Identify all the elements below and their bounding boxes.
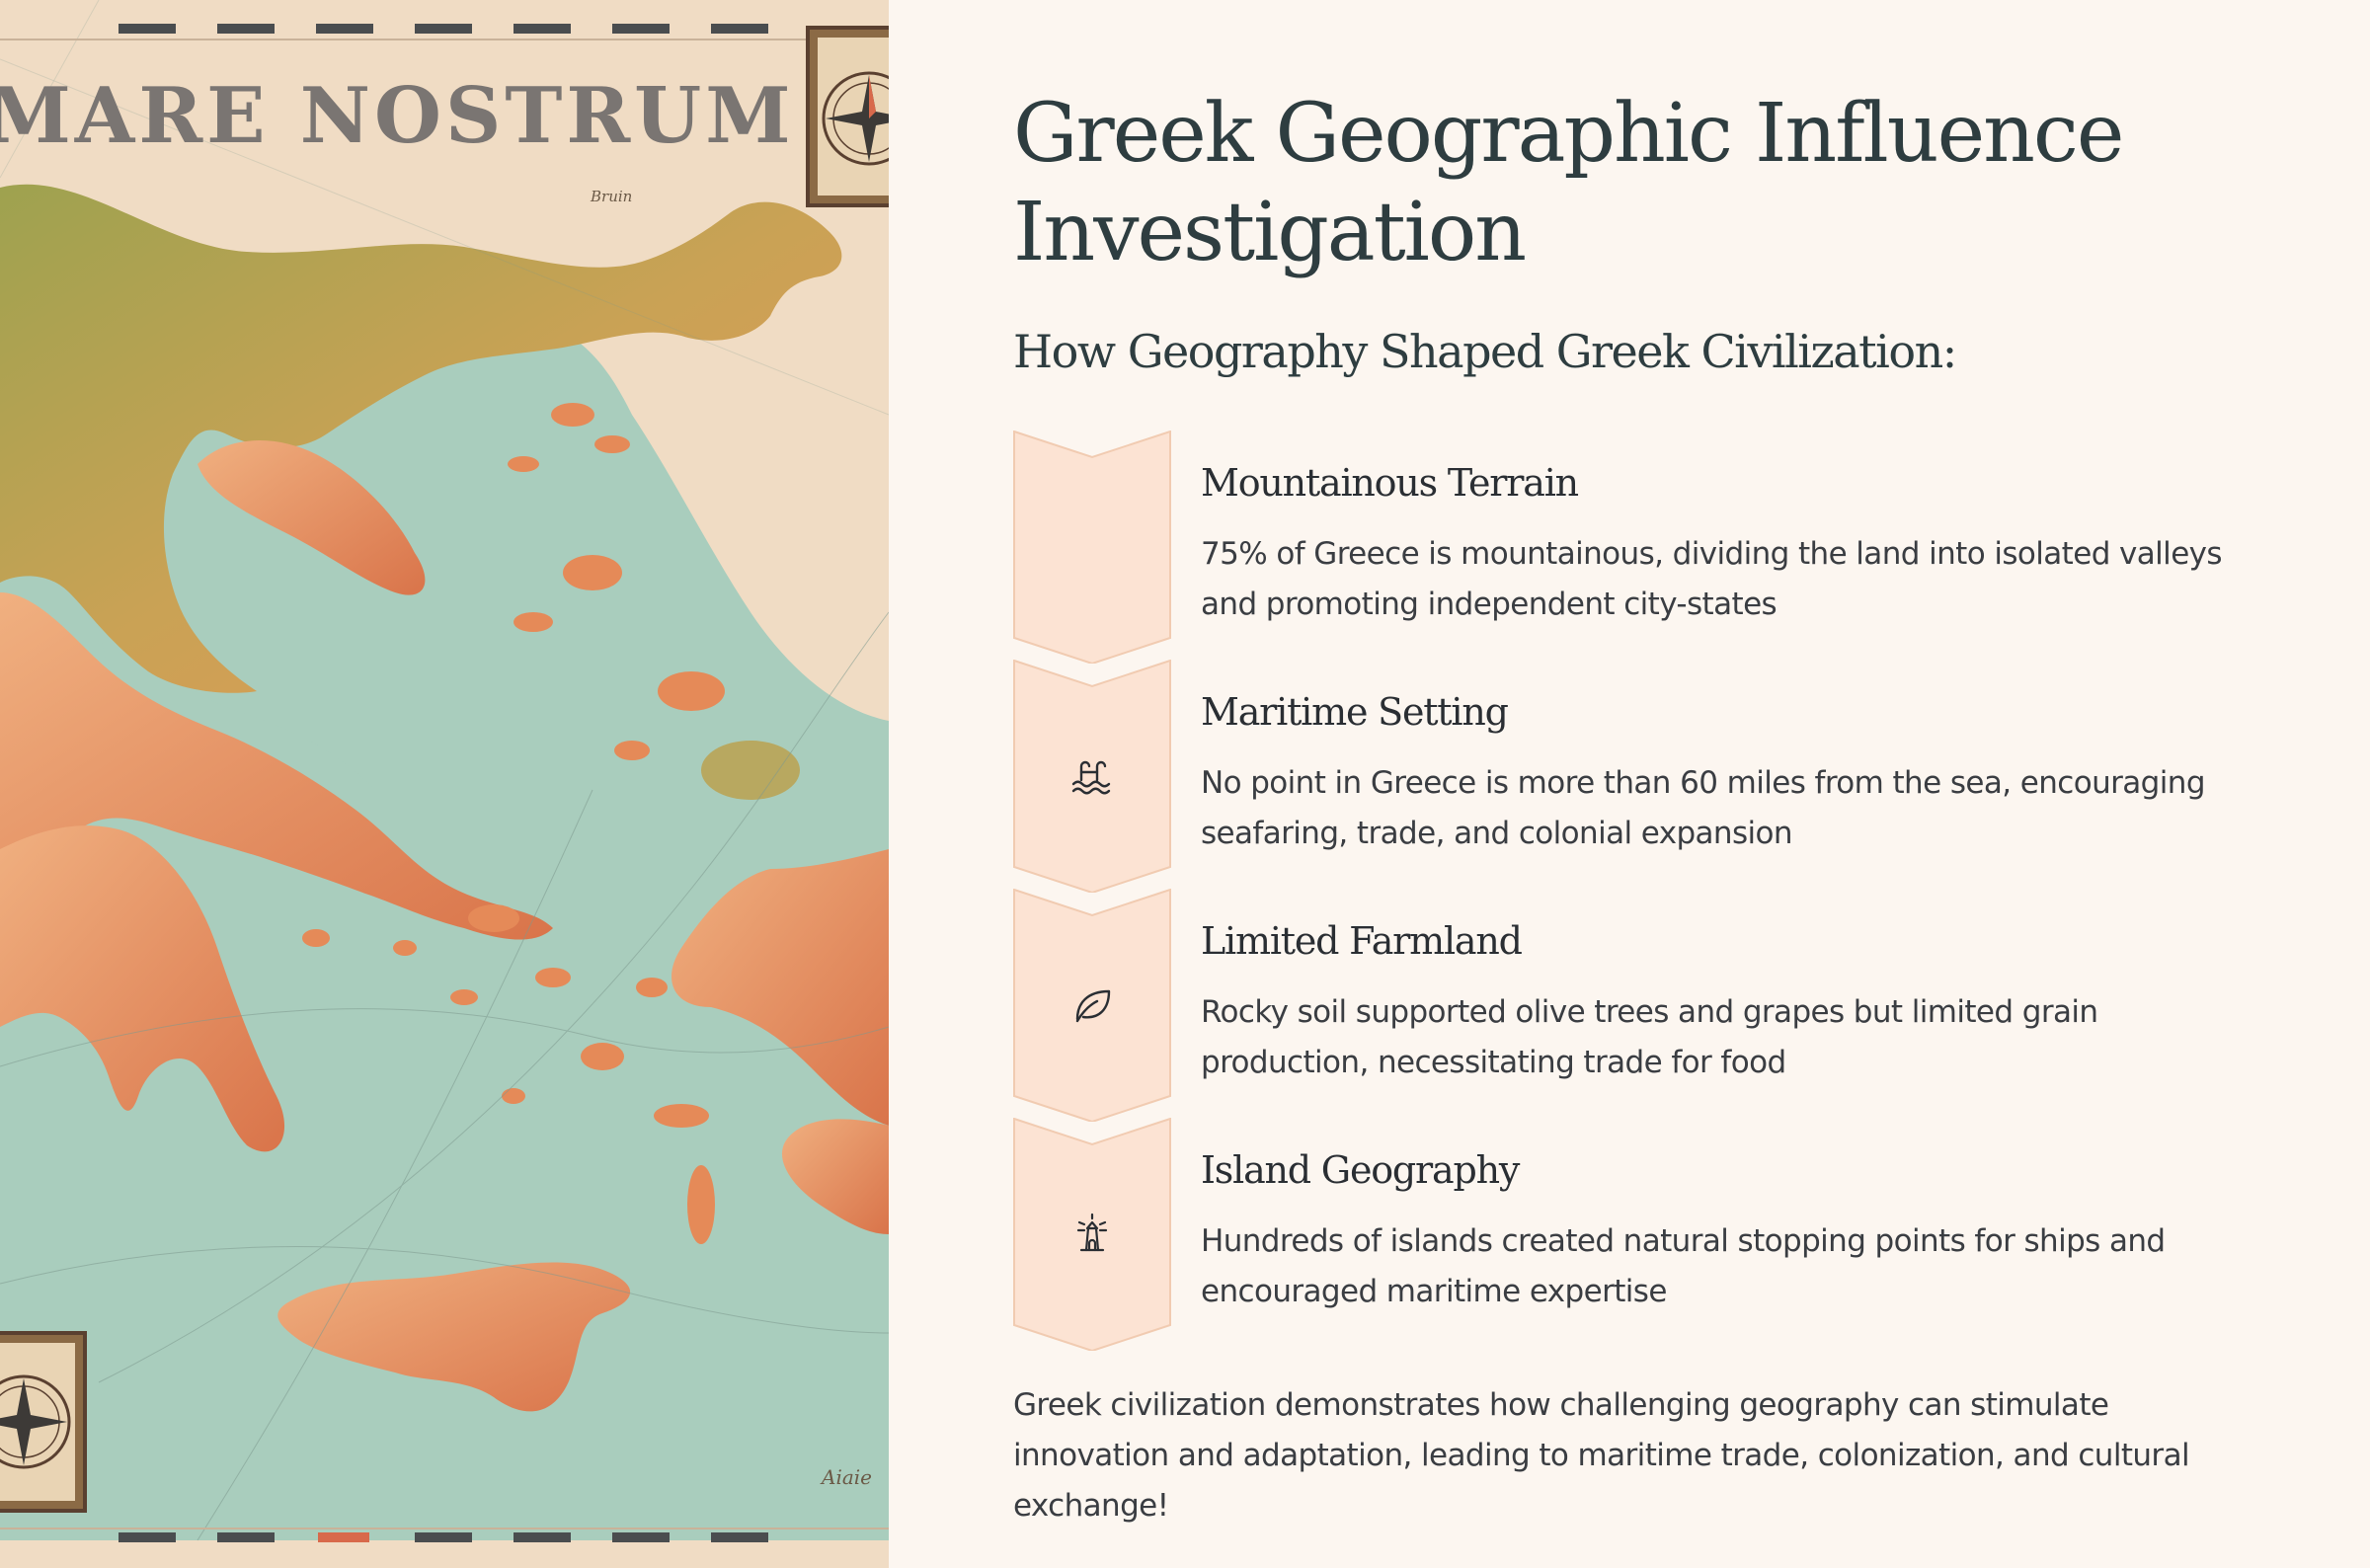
factor-description: 75% of Greece is mountainous, dividing t… xyxy=(1201,536,2223,622)
page-title: Greek Geographic Influence Investigation xyxy=(1013,87,2124,279)
aegean-map-illustration xyxy=(0,0,889,1568)
lighthouse-icon xyxy=(1076,1213,1108,1252)
factor-description: Rocky soil supported olive trees and gra… xyxy=(1201,994,2098,1080)
leaf-icon xyxy=(1075,989,1111,1023)
factor-island-geography: Island Geography Hundreds of islands cre… xyxy=(1013,1118,2297,1351)
map-label: Bruin xyxy=(591,188,633,205)
factor-title: Limited Farmland xyxy=(1201,919,1523,963)
factor-maritime-setting: Maritime Setting No point in Greece is m… xyxy=(1013,660,2297,893)
factor-description: Hundreds of islands created natural stop… xyxy=(1201,1223,2166,1309)
pool-waves-icon xyxy=(1071,760,1111,795)
map-panel: MARE NOSTRUM Bruin Aiaie xyxy=(0,0,889,1568)
chevron-marker xyxy=(1013,431,1171,664)
factor-mountainous-terrain: Mountainous Terrain 75% of Greece is mou… xyxy=(1013,431,2297,664)
conclusion-text: Greek civilization demonstrates how chal… xyxy=(1013,1387,2190,1524)
map-label: Aiaie xyxy=(822,1465,872,1489)
map-title: MARE NOSTRUM xyxy=(0,71,795,161)
compass-rose-bottom xyxy=(0,1331,87,1513)
geography-factors-list: Mountainous Terrain 75% of Greece is mou… xyxy=(1013,431,2297,1351)
factor-description: No point in Greece is more than 60 miles… xyxy=(1201,765,2206,851)
factor-title: Maritime Setting xyxy=(1201,690,1509,734)
section-subtitle: How Geography Shaped Greek Civilization: xyxy=(1013,325,1957,378)
factor-limited-farmland: Limited Farmland Rocky soil supported ol… xyxy=(1013,889,2297,1122)
factor-title: Island Geography xyxy=(1201,1148,1520,1192)
factor-title: Mountainous Terrain xyxy=(1201,461,1579,505)
